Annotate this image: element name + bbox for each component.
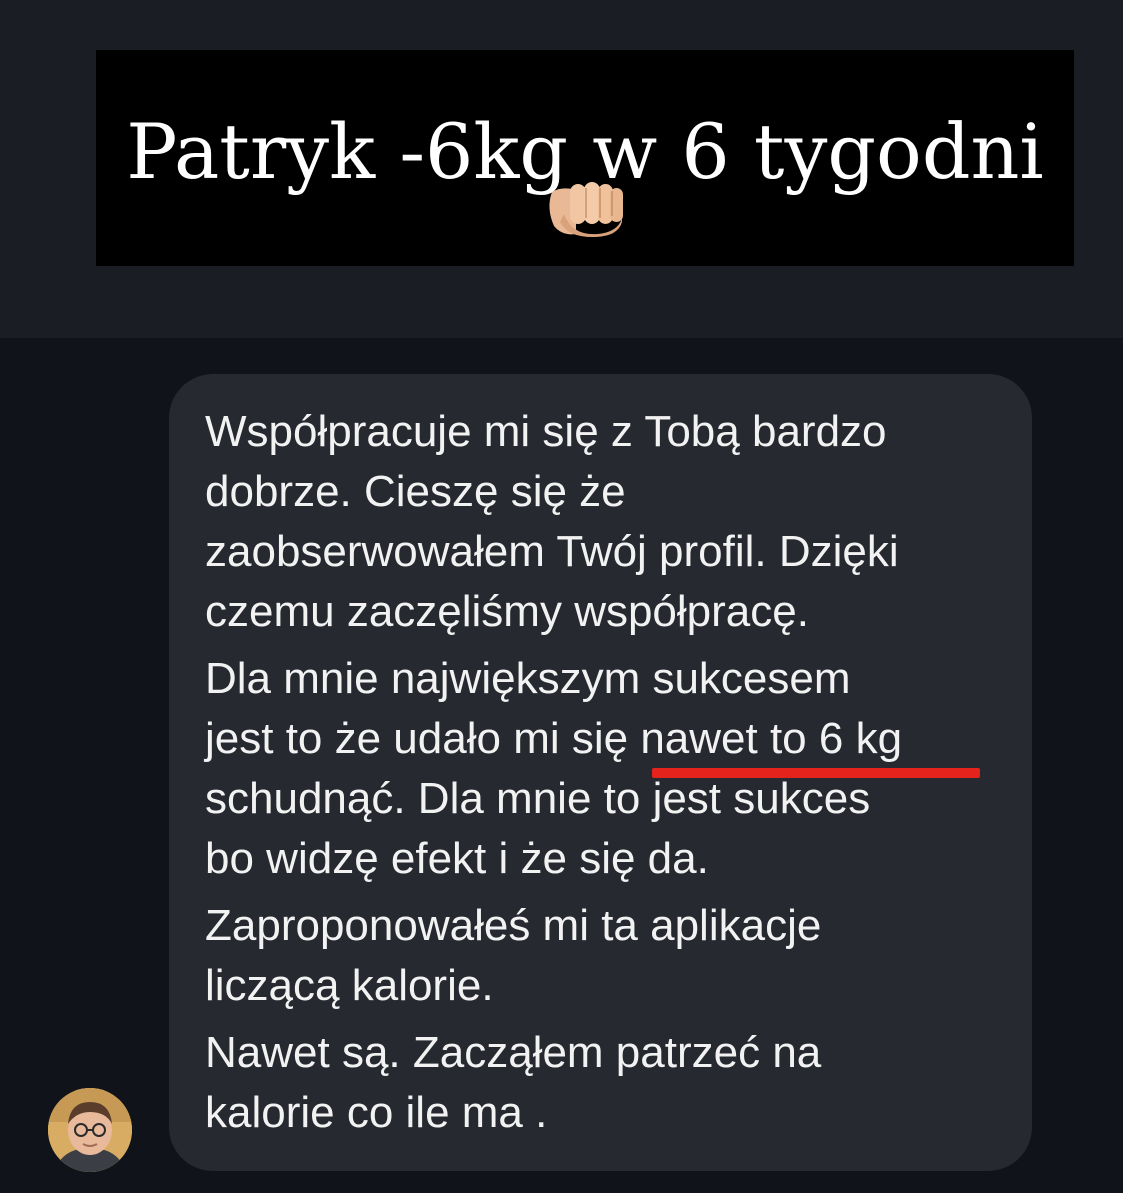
message-line: czemu zaczęliśmy współpracę.	[205, 587, 809, 636]
message-line: Nawet są. Zacząłem patrzeć na	[205, 1028, 822, 1077]
message-line: schudnąć. Dla mnie to jest sukces	[205, 774, 871, 823]
message-line: bo widzę efekt i że się da.	[205, 834, 709, 883]
message-line: zaobserwowałem Twój profil. Dzięki	[205, 527, 899, 576]
message-line: kalorie co ile ma .	[205, 1088, 548, 1137]
highlight-underline	[652, 768, 980, 778]
user-avatar-photo	[48, 1088, 132, 1172]
fist-bump-icon	[549, 182, 623, 238]
message-line: Zaproponowałeś mi ta aplikacje	[205, 901, 822, 950]
message-line: liczącą kalorie.	[205, 961, 494, 1010]
message-line: Dla mnie największym sukcesem	[205, 654, 851, 703]
sender-avatar[interactable]	[48, 1088, 132, 1172]
message-line: dobrze. Cieszę się że	[205, 467, 626, 516]
message-line: Współpracuje mi się z Tobą bardzo	[205, 407, 887, 456]
story-header-band: Patryk -6kg w 6 tygodni	[0, 0, 1123, 338]
message-line: jest to że udało mi się nawet to 6 kg	[205, 714, 903, 763]
